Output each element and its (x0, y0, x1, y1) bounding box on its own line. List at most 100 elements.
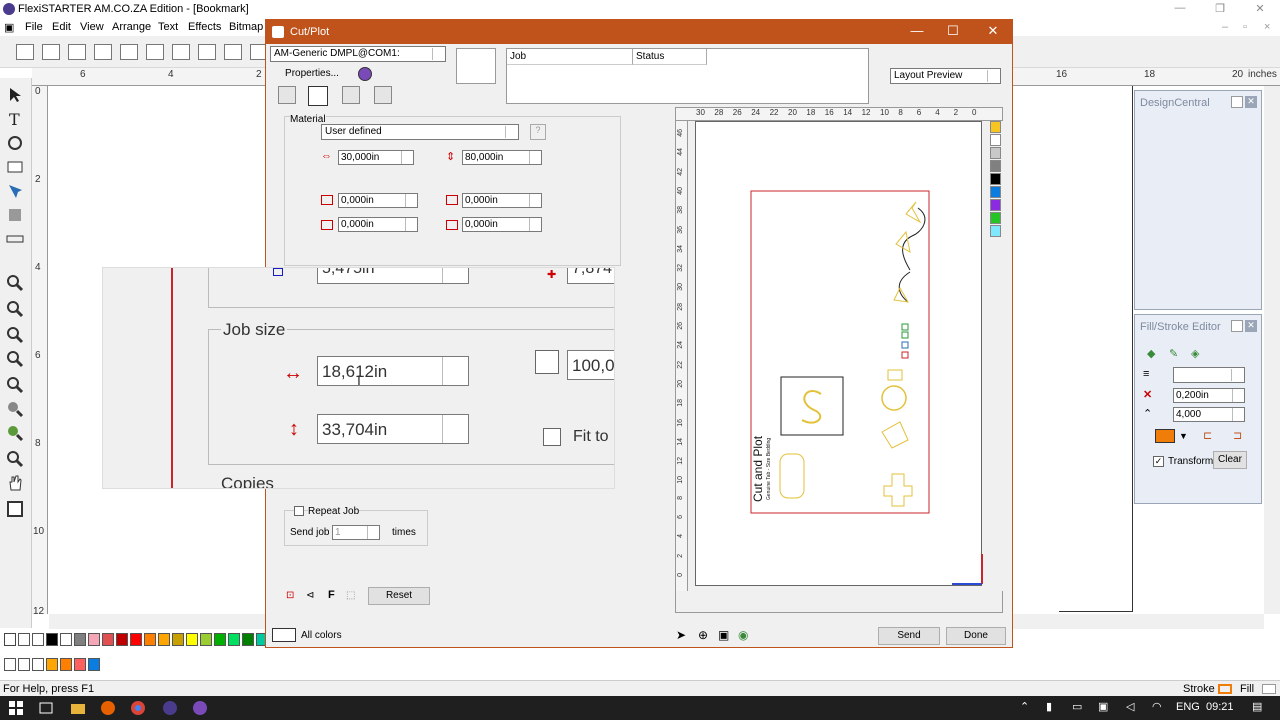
miter-limit-input[interactable]: 4,000 (1173, 407, 1245, 422)
material-help-icon[interactable]: ? (530, 124, 546, 140)
docker-minimize-icon[interactable] (1231, 320, 1243, 332)
app-menu-icon[interactable]: ▣ (4, 21, 14, 34)
battery-icon[interactable]: ▭ (1072, 700, 1082, 713)
preview-zoom-fit-icon[interactable]: ◉ (738, 628, 748, 642)
margin-top-input[interactable]: 0,000in (338, 193, 418, 208)
preview-pointer-icon[interactable]: ➤ (676, 628, 686, 642)
weed-icon[interactable]: ⊲ (306, 590, 322, 604)
menu-arrange[interactable]: Arrange (112, 21, 151, 33)
font-icon[interactable]: F (328, 589, 344, 603)
palette-swatch[interactable] (74, 658, 86, 671)
partial-top-left-input[interactable]: 5,475in (317, 268, 469, 284)
node-edit-tool-icon[interactable] (6, 182, 24, 200)
stroke-color-swatch[interactable] (1155, 429, 1175, 443)
palette-scroll-left-icon[interactable] (4, 633, 16, 646)
zoom-all-icon[interactable] (6, 376, 24, 394)
palette-scroll-left-icon[interactable] (4, 658, 16, 671)
fill-swatch[interactable] (1262, 684, 1276, 694)
color-filter-swatch[interactable] (990, 199, 1001, 211)
spin-arrows-icon[interactable] (442, 357, 468, 385)
measure-tool-icon[interactable] (6, 230, 24, 248)
zoom-page-icon[interactable] (6, 326, 24, 344)
origin-icon[interactable]: ⊡ (286, 590, 302, 604)
dialog-close-icon[interactable]: ✕ (978, 23, 1008, 41)
print-icon[interactable] (146, 44, 164, 60)
zoom-tool-icon[interactable] (6, 274, 24, 292)
flexi-app-icon[interactable] (162, 700, 178, 716)
menu-edit[interactable]: Edit (52, 21, 71, 33)
palette-swatch[interactable] (60, 658, 72, 671)
palette-swatch[interactable] (214, 633, 226, 646)
fill-tool-icon[interactable] (6, 206, 24, 224)
job-height-input[interactable]: 33,704in (317, 414, 469, 444)
send-job-count-input[interactable]: 1 (332, 525, 380, 540)
tab-panel-icon[interactable] (308, 86, 328, 106)
zoom-height-icon[interactable] (6, 450, 24, 468)
color-filter-swatch[interactable] (990, 147, 1001, 159)
task-view-icon[interactable] (38, 700, 54, 716)
margin-bottom-input[interactable]: 0,000in (462, 217, 542, 232)
menu-effects[interactable]: Effects (188, 21, 221, 33)
spin-arrows-icon[interactable] (442, 268, 468, 283)
effect-icon[interactable]: ◈ (1191, 347, 1205, 361)
import-icon[interactable] (94, 44, 112, 60)
palette-swatch[interactable] (242, 633, 254, 646)
stroke-back-icon[interactable]: ⊐ (1233, 429, 1242, 442)
status-column-header[interactable]: Status (633, 49, 707, 65)
menu-view[interactable]: View (80, 21, 104, 33)
margin-left-input[interactable]: 0,000in (338, 217, 418, 232)
device-select[interactable]: AM-Generic DMPL@COM1: (270, 46, 446, 62)
production-manager-icon[interactable] (358, 67, 372, 81)
new-icon[interactable] (16, 44, 34, 60)
close-icon[interactable]: ✕ (1245, 2, 1275, 17)
network-icon[interactable]: ▣ (1098, 700, 1108, 713)
save-icon[interactable] (68, 44, 86, 60)
stroke-width-input[interactable]: 0,200in (1173, 388, 1245, 403)
preview-zoom-page-icon[interactable]: ▣ (718, 628, 729, 642)
export-icon[interactable] (120, 44, 138, 60)
docker-minimize-icon[interactable] (1231, 96, 1243, 108)
color-filter-swatch[interactable] (990, 225, 1001, 237)
chrome-icon[interactable] (130, 700, 146, 716)
no-color-swatch[interactable] (32, 658, 44, 671)
color-filter-swatch[interactable] (990, 160, 1001, 172)
palette-scroll-right-icon[interactable] (18, 658, 30, 671)
palette-swatch[interactable] (172, 633, 184, 646)
menu-text[interactable]: Text (158, 21, 178, 33)
line-style-select[interactable] (1173, 367, 1245, 383)
text-tool-icon[interactable]: T (6, 110, 24, 128)
material-width-input[interactable]: 30,000in (338, 150, 414, 165)
color-filter-swatch[interactable] (990, 212, 1001, 224)
spin-arrows-icon[interactable] (1232, 389, 1244, 402)
job-width-input[interactable]: 18,612in (317, 356, 469, 386)
dialog-maximize-icon[interactable]: ☐ (938, 23, 968, 41)
open-icon[interactable] (42, 44, 60, 60)
palette-swatch[interactable] (60, 633, 72, 646)
tray-up-icon[interactable]: ⌃ (1020, 700, 1029, 713)
docker-close-icon[interactable]: ✕ (1245, 96, 1257, 108)
material-length-input[interactable]: 80,000in (462, 150, 542, 165)
zoom-out-icon[interactable] (6, 350, 24, 368)
zoom-width-icon[interactable] (6, 424, 24, 442)
tab-tools-icon[interactable] (342, 86, 360, 104)
spin-arrows-icon[interactable] (405, 218, 417, 231)
pan-hand-icon[interactable] (6, 474, 24, 492)
chevron-down-icon[interactable]: ▼ (1179, 431, 1188, 441)
mdi-close-icon[interactable]: × (1264, 21, 1270, 33)
fill-bucket-icon[interactable]: ◆ (1147, 347, 1161, 361)
preview-mode-select[interactable]: Layout Preview (890, 68, 1001, 84)
tab-options-icon[interactable] (374, 86, 392, 104)
color-filter-swatch[interactable] (990, 121, 1001, 133)
spin-arrows-icon[interactable] (367, 526, 379, 539)
palette-swatch[interactable] (144, 633, 156, 646)
reset-button[interactable]: Reset (368, 587, 430, 605)
minimize-icon[interactable]: — (1165, 2, 1195, 17)
mdi-minimize-icon[interactable]: – (1222, 21, 1228, 33)
menu-bitmap[interactable]: Bitmap (229, 21, 263, 33)
palette-swatch[interactable] (200, 633, 212, 646)
spin-arrows-icon[interactable] (529, 194, 541, 207)
job-column-header[interactable]: Job (507, 49, 633, 65)
restore-icon[interactable]: ❐ (1205, 2, 1235, 17)
spin-arrows-icon[interactable] (529, 218, 541, 231)
color-filter-swatch[interactable] (990, 134, 1001, 146)
